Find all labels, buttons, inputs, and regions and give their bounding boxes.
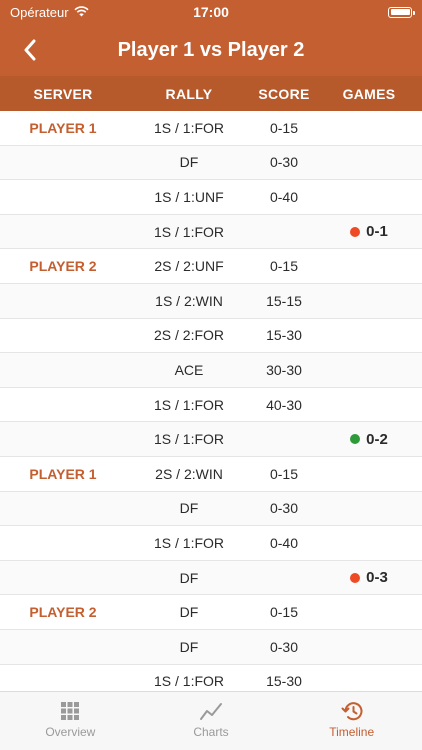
rally-cell: 2S / 2:UNF: [154, 258, 224, 275]
table-row[interactable]: PLAYER 1 2S / 2:WIN 0-15: [0, 457, 422, 492]
tab-overview-label: Overview: [45, 725, 96, 739]
games-score: 0-1: [366, 223, 388, 241]
games-cell: 0-3: [316, 569, 422, 586]
table-row[interactable]: 1S / 1:FOR 40-30: [0, 388, 422, 423]
game-lost-dot-icon: [350, 226, 361, 237]
score-cell: 0-40: [269, 534, 299, 551]
games-cell: 0-2: [316, 431, 422, 448]
top-bar: Opérateur 17:00 Player 1 vs Player 2: [0, 0, 422, 76]
page-title: Player 1 vs Player 2: [117, 38, 305, 61]
score-cell: 30-30: [266, 361, 302, 378]
chart-line-icon: [200, 703, 222, 720]
navigation-bar: Player 1 vs Player 2: [0, 24, 422, 76]
score-cell: 0-30: [269, 500, 299, 517]
score-cell: 0-15: [269, 258, 299, 275]
games-score: 0-3: [366, 569, 388, 587]
score-cell: 0-15: [269, 465, 299, 482]
games-cell: 0-1: [316, 223, 422, 240]
rally-cell: DF: [179, 604, 199, 621]
table-row[interactable]: PLAYER 2 DF 0-15: [0, 595, 422, 630]
tab-timeline-label: Timeline: [329, 725, 375, 739]
table-row[interactable]: PLAYER 2 2S / 2:UNF 0-15: [0, 249, 422, 284]
rally-cell: ACE: [174, 361, 204, 378]
rally-cell: 2S / 2:WIN: [155, 465, 223, 482]
table-row[interactable]: ACE 30-30: [0, 353, 422, 388]
table-row[interactable]: PLAYER 1 1S / 1:FOR 0-15: [0, 111, 422, 146]
score-cell: 0-15: [269, 604, 299, 621]
column-header-score: SCORE: [258, 85, 310, 102]
rally-cell: 1S / 1:FOR: [153, 119, 225, 136]
table-row[interactable]: 1S / 1:UNF 0-40: [0, 180, 422, 215]
game-lost-dot-icon: [350, 572, 361, 583]
server-cell: PLAYER 1: [29, 119, 97, 136]
history-icon: [341, 702, 363, 721]
table-row[interactable]: DF 0-3: [0, 560, 422, 596]
column-header-games: GAMES: [342, 85, 396, 102]
game-won-dot-icon: [350, 434, 361, 445]
tab-overview[interactable]: Overview: [0, 692, 141, 750]
rally-cell: DF: [179, 638, 199, 655]
score-cell: 0-30: [269, 638, 299, 655]
table-row[interactable]: 1S / 2:WIN 15-15: [0, 283, 422, 319]
tab-timeline[interactable]: Timeline: [281, 692, 422, 750]
games-score: 0-2: [366, 430, 388, 448]
table-header: SERVER RALLY SCORE GAMES: [0, 76, 422, 111]
table-row[interactable]: 1S / 1:FOR 0-40: [0, 526, 422, 561]
table-row[interactable]: DF 0-30: [0, 491, 422, 527]
status-time: 17:00: [193, 4, 229, 20]
timeline-table[interactable]: PLAYER 1 1S / 1:FOR 0-15 DF 0-30 1S / 1:UNF 0-…: [0, 111, 422, 700]
score-cell: 40-30: [266, 396, 302, 413]
table-row[interactable]: DF 0-30: [0, 629, 422, 665]
table-row[interactable]: DF 0-30: [0, 145, 422, 181]
score-cell: 0-40: [269, 188, 299, 205]
rally-cell: 2S / 2:FOR: [153, 327, 225, 344]
score-cell: 0-15: [269, 119, 299, 136]
rally-cell: DF: [179, 569, 199, 586]
tab-charts[interactable]: Charts: [141, 692, 282, 750]
server-cell: PLAYER 2: [29, 604, 97, 621]
rally-cell: DF: [179, 154, 199, 171]
score-cell: 15-30: [266, 327, 302, 344]
battery-icon: [388, 6, 415, 18]
server-cell: PLAYER 2: [29, 258, 97, 275]
rally-cell: 1S / 1:FOR: [153, 534, 225, 551]
score-cell: 15-30: [266, 673, 302, 690]
grid-icon: [61, 702, 80, 720]
rally-cell: 1S / 1:FOR: [153, 673, 225, 690]
rally-cell: 1S / 1:FOR: [153, 223, 225, 240]
back-button[interactable]: [16, 36, 44, 64]
server-cell: PLAYER 1: [29, 465, 97, 482]
rally-cell: 1S / 1:UNF: [154, 188, 224, 205]
status-bar: Opérateur 17:00: [0, 0, 422, 24]
table-row[interactable]: 1S / 1:FOR 0-2: [0, 422, 422, 457]
rally-cell: 1S / 2:WIN: [155, 292, 223, 309]
rally-cell: DF: [179, 500, 199, 517]
score-cell: 15-15: [266, 292, 302, 309]
column-header-server: SERVER: [33, 85, 93, 102]
table-row[interactable]: 1S / 1:FOR 0-1: [0, 214, 422, 250]
chevron-left-icon: [24, 39, 36, 61]
rally-cell: 1S / 1:FOR: [153, 396, 225, 413]
rally-cell: 1S / 1:FOR: [153, 431, 225, 448]
tab-charts-label: Charts: [193, 725, 229, 739]
table-row[interactable]: 2S / 2:FOR 15-30: [0, 319, 422, 354]
column-header-rally: RALLY: [165, 85, 213, 102]
score-cell: 0-30: [269, 154, 299, 171]
tab-bar: Overview Charts Timeline: [0, 691, 422, 750]
